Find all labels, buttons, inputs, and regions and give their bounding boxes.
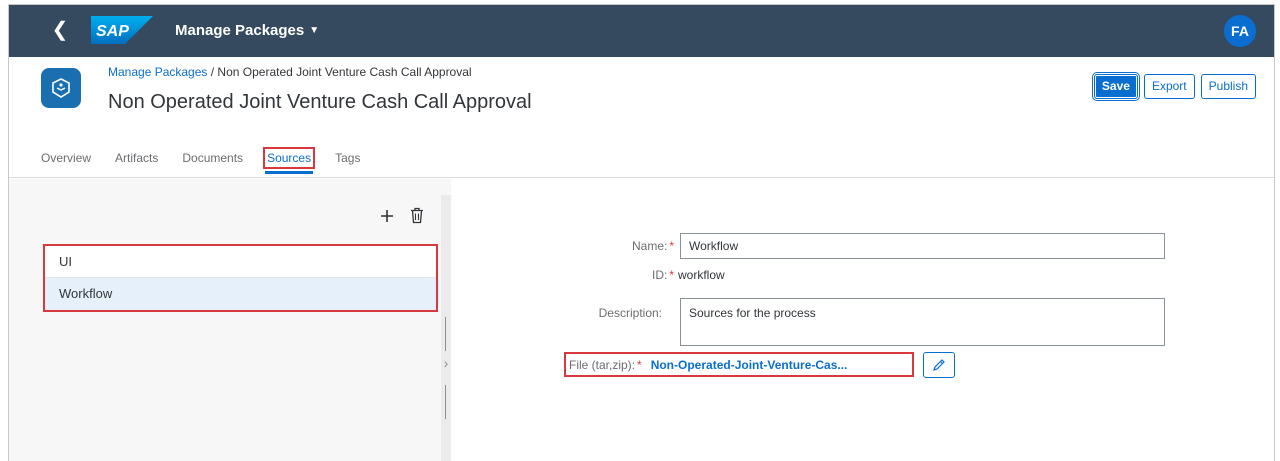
id-label: ID: * — [651, 268, 674, 282]
tab-documents[interactable]: Documents — [182, 151, 243, 178]
edit-file-button[interactable] — [923, 352, 955, 378]
tab-sources-label: Sources — [263, 147, 316, 169]
file-link[interactable]: Non-Operated-Joint-Venture-Cas... — [651, 358, 848, 372]
name-input[interactable]: Workflow — [680, 233, 1165, 259]
id-value: workflow — [678, 268, 725, 282]
description-label: Description: — [598, 306, 662, 320]
splitter-grip-top — [445, 317, 446, 351]
tab-bar: Overview Artifacts Documents Sources Tag… — [41, 147, 384, 178]
user-avatar[interactable]: FA — [1224, 15, 1256, 47]
breadcrumb: Manage Packages / Non Operated Joint Ven… — [108, 65, 472, 79]
content-area: UI Workflow › Name: * Workflow ID: * workf… — [9, 179, 1274, 461]
sources-list-toolbar — [379, 207, 425, 224]
app-title-menu[interactable]: Manage Packages ▼ — [175, 22, 319, 39]
tab-overview-label: Overview — [41, 151, 92, 165]
splitter-grip-bottom — [445, 385, 446, 419]
app-window: ❮ SAP Manage Packages ▼ FA Manage Packag… — [8, 4, 1275, 461]
sources-list: UI Workflow — [43, 244, 438, 312]
tab-tags[interactable]: Tags — [335, 151, 360, 178]
file-label: File (tar,zip): * — [569, 357, 642, 372]
header-actions: Save Export Publish — [1091, 72, 1256, 101]
breadcrumb-current: Non Operated Joint Venture Cash Call App… — [217, 65, 472, 79]
file-row: File (tar,zip): * Non-Operated-Joint-Vent… — [569, 354, 847, 375]
id-row: ID: * workflow — [571, 268, 725, 282]
breadcrumb-separator: / — [207, 65, 218, 79]
shell-bar: ❮ SAP Manage Packages ▼ FA — [9, 5, 1274, 57]
tab-tags-label: Tags — [335, 151, 361, 165]
name-label: Name: * — [631, 239, 674, 253]
tab-sources[interactable]: Sources — [263, 147, 316, 178]
tab-documents-label: Documents — [182, 151, 244, 165]
sap-logo-text: SAP — [96, 23, 129, 40]
trash-icon[interactable] — [409, 207, 425, 224]
list-item[interactable]: UI — [45, 246, 436, 278]
tab-overview[interactable]: Overview — [41, 151, 91, 178]
list-item[interactable]: Workflow — [45, 278, 436, 310]
source-detail-form: Name: * Workflow ID: * workflow Descriptio… — [451, 179, 1274, 461]
back-button[interactable]: ❮ — [49, 19, 71, 41]
pane-splitter[interactable]: › — [441, 195, 451, 461]
tab-artifacts-label: Artifacts — [115, 151, 159, 165]
save-button[interactable]: Save — [1091, 72, 1140, 101]
description-textarea[interactable]: Sources for the process — [680, 298, 1165, 346]
caret-down-icon: ▼ — [309, 25, 320, 36]
package-icon — [41, 68, 81, 108]
description-row: Description: Sources for the process — [571, 298, 1165, 346]
app-title: Manage Packages — [175, 22, 305, 39]
sources-list-pane: UI Workflow — [37, 179, 445, 461]
name-row: Name: * Workflow — [571, 233, 1165, 259]
chevron-left-icon: ❮ — [51, 19, 69, 41]
export-button[interactable]: Export — [1143, 74, 1195, 99]
sap-logo: SAP — [91, 16, 153, 44]
tab-artifacts[interactable]: Artifacts — [115, 151, 158, 178]
page-title: Non Operated Joint Venture Cash Call App… — [108, 91, 532, 113]
pencil-icon — [933, 359, 945, 371]
breadcrumb-link-manage-packages[interactable]: Manage Packages — [108, 65, 207, 79]
publish-button[interactable]: Publish — [1200, 74, 1256, 99]
plus-icon[interactable] — [379, 208, 395, 224]
object-header: Manage Packages / Non Operated Joint Ven… — [9, 57, 1274, 178]
